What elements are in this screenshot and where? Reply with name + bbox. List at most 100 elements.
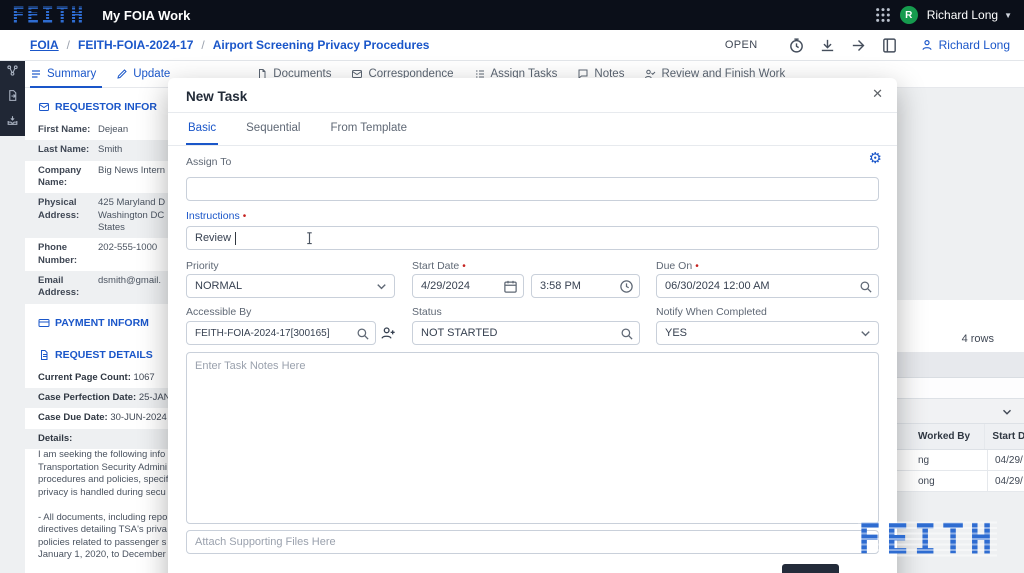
notify-select[interactable]: YES: [656, 321, 879, 345]
clock-icon[interactable]: [619, 279, 634, 294]
journal-panel-icon[interactable]: [881, 37, 898, 54]
topbar-user-name[interactable]: Richard Long: [927, 8, 998, 22]
field-value: Smith: [98, 144, 123, 156]
field-label: Email Address:: [38, 275, 80, 299]
priority-select[interactable]: NORMAL: [186, 274, 395, 298]
status-input[interactable]: NOT STARTED: [412, 321, 640, 345]
modal-primary-button-partial[interactable]: [782, 564, 839, 573]
modal-title: New Task: [186, 89, 248, 104]
table-row[interactable]: ng 04/29/: [897, 450, 1024, 471]
document-lines-icon: [38, 349, 50, 361]
column-header-worked-by[interactable]: Worked By: [897, 424, 986, 449]
feith-logo: FEITH: [12, 1, 86, 28]
case-status-badge: OPEN: [724, 39, 758, 51]
field-label: Phone Number:: [38, 242, 78, 266]
cell-worked-by: ng: [897, 450, 988, 470]
details-text-line: [25, 499, 168, 512]
field-label: First Name:: [38, 124, 91, 135]
instructions-input[interactable]: Review: [186, 226, 879, 250]
accordion-header[interactable]: [897, 398, 1024, 424]
case-actions: OPEN Richard Long: [725, 37, 1010, 54]
download-icon[interactable]: [819, 37, 836, 54]
arrow-right-icon[interactable]: [850, 37, 867, 54]
required-dot: •: [695, 261, 699, 272]
details-text-line: directives detailing TSA's priva: [38, 524, 167, 536]
assigned-user[interactable]: Richard Long: [920, 38, 1010, 52]
tab-summary[interactable]: Summary: [30, 68, 96, 80]
field-details-label: Details:: [25, 428, 168, 450]
cell-worked-by: ong: [897, 471, 988, 491]
cell-start-date: 04/29/: [995, 454, 1023, 466]
breadcrumb-separator: /: [201, 38, 205, 52]
start-time-value: 3:58 PM: [540, 280, 581, 292]
accessible-by-value: FEITH-FOIA-2024-17[300165]: [195, 327, 330, 339]
table-header-row: Worked By Start D: [897, 424, 1024, 450]
tab-from-template[interactable]: From Template: [328, 113, 408, 145]
top-bar: FEITH My FOIA Work R Richard Long ▼: [0, 0, 1024, 30]
notify-value: YES: [665, 327, 688, 339]
inbox-download-icon[interactable]: [6, 114, 19, 127]
instructions-value: Review: [195, 232, 232, 244]
task-notes-textarea[interactable]: Enter Task Notes Here: [186, 352, 879, 524]
details-text-line: procedures and policies, specif: [38, 474, 168, 486]
divider: [168, 145, 897, 146]
gear-icon[interactable]: ⚙: [869, 151, 882, 166]
details-text-line: [25, 562, 168, 573]
details-text-line: - All documents, including repo: [38, 511, 168, 523]
apps-grid-icon[interactable]: [875, 7, 891, 23]
start-date-input[interactable]: 4/29/2024: [412, 274, 524, 298]
start-time-input[interactable]: 3:58 PM: [531, 274, 640, 298]
close-icon[interactable]: ✕: [872, 86, 883, 102]
start-date-value: 4/29/2024: [421, 280, 470, 292]
hierarchy-icon[interactable]: [6, 64, 19, 77]
start-date-label: Start Date •: [412, 260, 466, 272]
pencil-icon: [116, 68, 128, 80]
column-header-start-date[interactable]: Start D: [985, 431, 1024, 442]
search-icon[interactable]: [858, 279, 873, 294]
required-dot: •: [242, 211, 247, 222]
status-value: NOT STARTED: [421, 327, 498, 339]
section-requestor-information[interactable]: REQUESTOR INFOR: [25, 88, 168, 120]
tab-update[interactable]: Update: [116, 68, 170, 80]
assign-to-input[interactable]: [186, 177, 879, 201]
file-export-icon[interactable]: [6, 89, 19, 102]
breadcrumb-case-id[interactable]: FEITH-FOIA-2024-17: [78, 38, 193, 52]
section-payment-information[interactable]: PAYMENT INFORM: [25, 304, 168, 336]
search-icon[interactable]: [619, 326, 634, 341]
section-title: PAYMENT INFORM: [55, 316, 149, 329]
tab-summary-label: Summary: [47, 68, 97, 80]
breadcrumb-bar: FOIA / FEITH-FOIA-2024-17 / Airport Scre…: [0, 30, 1024, 61]
breadcrumb-foia[interactable]: FOIA: [30, 38, 59, 52]
screen: FEITH My FOIA Work R Richard Long ▼ FOIA…: [0, 0, 1024, 573]
calendar-icon[interactable]: [503, 279, 518, 294]
details-text-line: January 1, 2020, to December 3: [38, 549, 168, 561]
accessible-by-input[interactable]: FEITH-FOIA-2024-17[300165]: [186, 321, 376, 345]
section-request-details[interactable]: REQUEST DETAILS: [25, 336, 168, 368]
due-on-input[interactable]: 06/30/2024 12:00 AM: [656, 274, 879, 298]
field-current-page-count: Current Page Count: 1067: [38, 371, 155, 383]
search-icon[interactable]: [355, 326, 370, 341]
field-company-name: Company Name: Big News Intern: [25, 161, 168, 194]
person-add-icon[interactable]: [380, 325, 396, 341]
history-timer-icon[interactable]: [788, 37, 805, 54]
tab-sequential[interactable]: Sequential: [244, 113, 302, 145]
details-text-line: I am seeking the following info: [38, 449, 166, 461]
person-icon: [920, 38, 934, 52]
field-value: dsmith@gmail.: [98, 275, 161, 287]
user-avatar[interactable]: R: [899, 6, 918, 24]
details-text-line: policies related to passenger s: [38, 536, 167, 548]
new-task-modal: New Task ✕ Basic Sequential From Templat…: [168, 78, 897, 573]
field-label: Physical Address:: [38, 197, 80, 221]
chevron-down-icon: [374, 279, 389, 294]
field-first-name: First Name: Dejean: [25, 120, 168, 140]
attach-files-input[interactable]: Attach Supporting Files Here: [186, 530, 879, 554]
tab-basic[interactable]: Basic: [186, 113, 219, 145]
task-notes-placeholder: Enter Task Notes Here: [195, 360, 306, 372]
table-row[interactable]: ong 04/29/: [897, 471, 1024, 492]
user-menu-chevron-icon[interactable]: ▼: [1004, 11, 1012, 20]
breadcrumb-case-title[interactable]: Airport Screening Privacy Procedures: [213, 38, 430, 52]
chevron-down-icon[interactable]: [1000, 405, 1014, 419]
field-case-due-date: Case Due Date: 30-JUN-2024: [38, 412, 167, 424]
field-case-perfection-date: Case Perfection Date: 25-JAN-2: [25, 388, 168, 409]
field-email-address: Email Address: dsmith@gmail.: [25, 271, 168, 304]
